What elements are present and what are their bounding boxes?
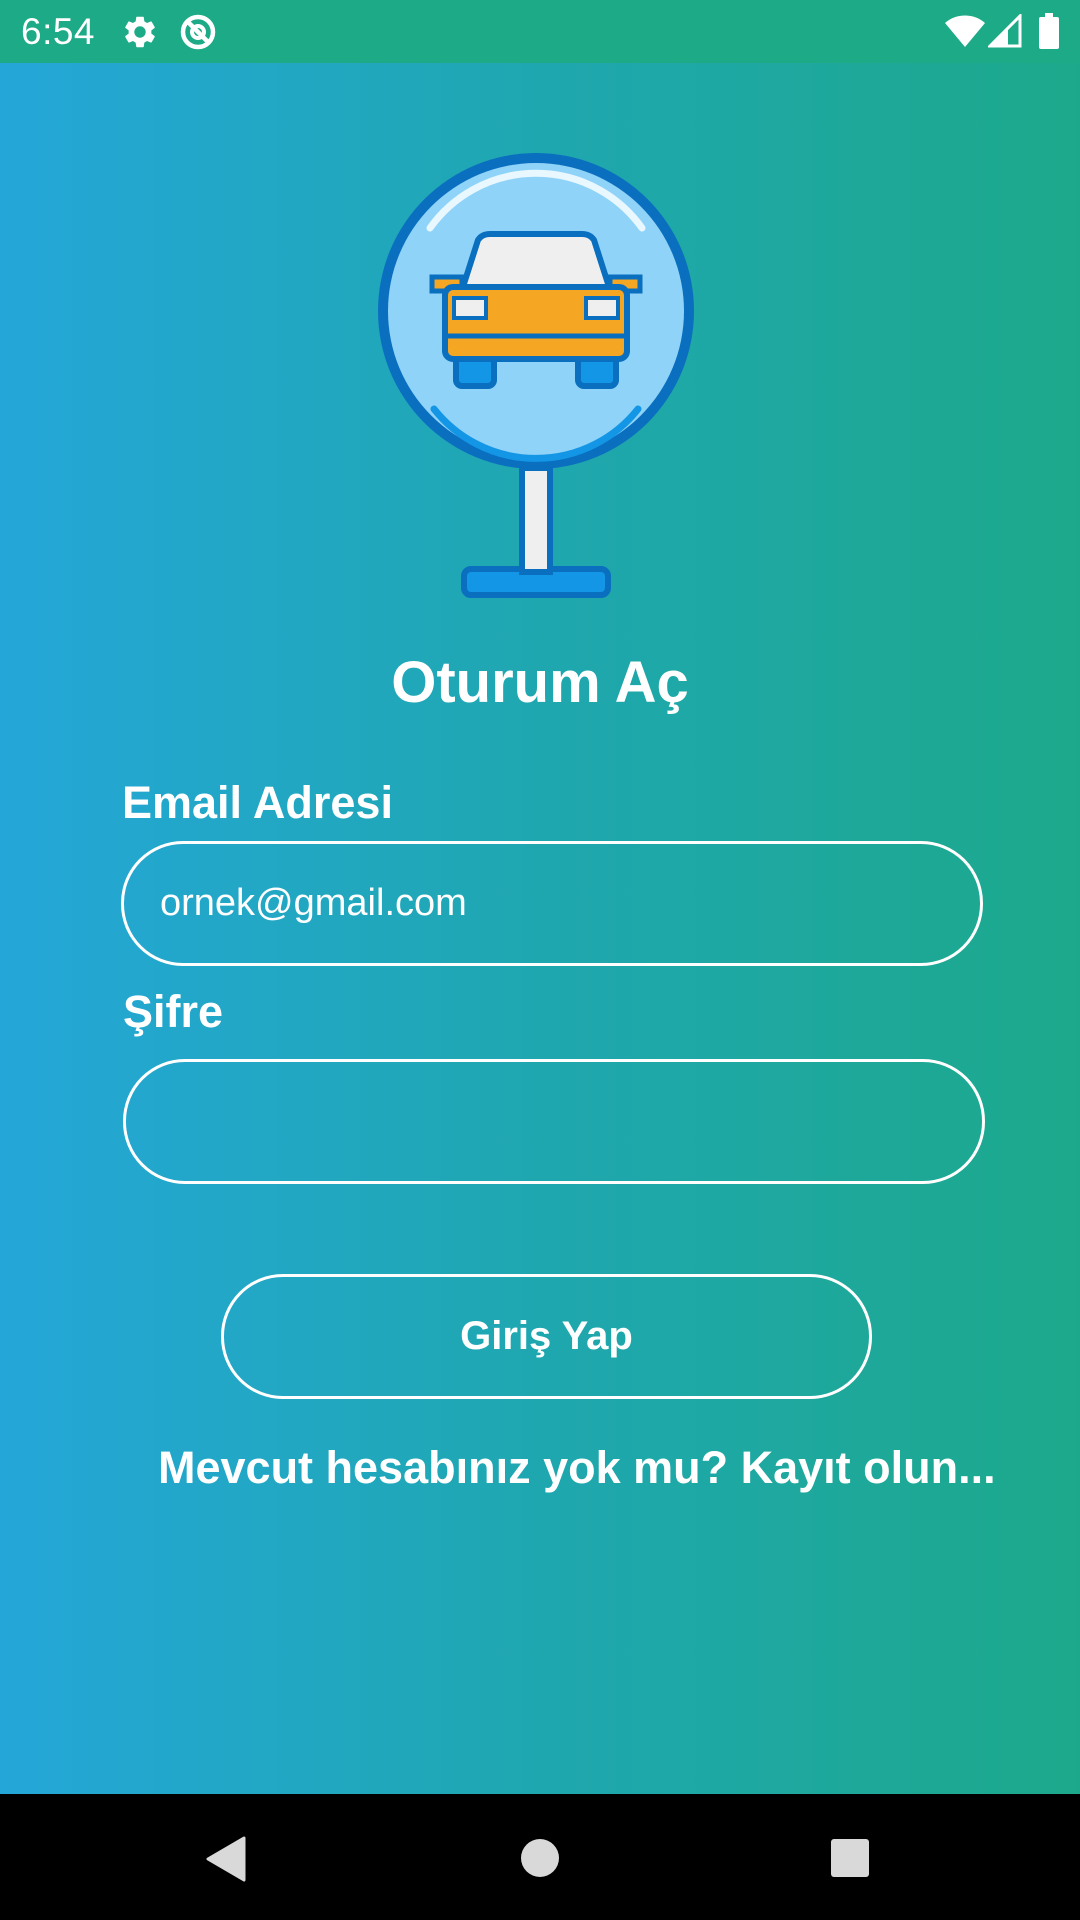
gear-icon [125,16,155,48]
recents-icon[interactable] [830,1838,870,1878]
register-link[interactable]: Mevcut hesabınız yok mu? Kayıt olun... [158,1440,996,1496]
email-field[interactable]: ornek@gmail.com [121,841,983,966]
email-label: Email Adresi [122,777,393,828]
login-screen: 6:54 Oturum Aç Email Adresi ornek@gmail.… [0,0,1080,1920]
signal-icon [988,14,1022,48]
status-time: 6:54 [21,11,96,52]
page-title: Oturum Aç [391,650,689,715]
back-icon[interactable] [204,1836,246,1882]
password-field[interactable] [123,1059,985,1184]
sync-disabled-icon [180,14,216,50]
login-button[interactable]: Giriş Yap [221,1274,872,1399]
password-label: Şifre [123,986,224,1037]
car-sign-icon [378,153,694,598]
email-value: ornek@gmail.com [160,882,467,924]
battery-icon [1039,13,1059,49]
status-bar: 6:54 [0,0,1080,63]
home-icon[interactable] [520,1838,560,1878]
navigation-bar [0,1794,1080,1920]
wifi-icon [945,15,985,47]
